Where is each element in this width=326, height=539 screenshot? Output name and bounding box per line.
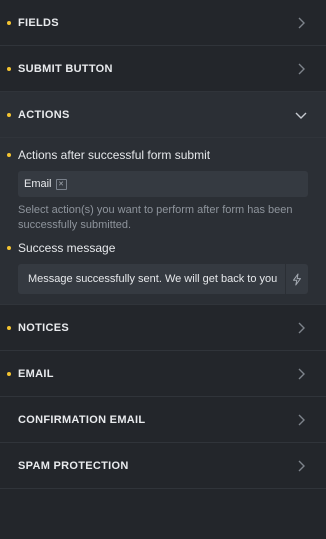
chevron-right-icon — [294, 367, 308, 381]
section-title: EMAIL — [18, 367, 54, 380]
action-tag-label: Email — [24, 178, 52, 190]
actions-section-content: Actions after successful form submit Ema… — [0, 138, 326, 305]
changed-indicator-dot — [7, 112, 11, 117]
actions-help-text: Select action(s) you want to perform aft… — [18, 204, 293, 231]
section-title: FIELDS — [18, 16, 59, 29]
section-title: NOTICES — [18, 321, 69, 334]
section-submit-button[interactable]: SUBMIT BUTTON — [0, 46, 326, 92]
actions-multiselect[interactable]: Email ✕ — [18, 171, 308, 197]
actions-field-label: Actions after successful form submit — [7, 148, 308, 162]
chevron-right-icon — [294, 413, 308, 427]
changed-indicator-dot — [7, 371, 11, 376]
lightning-icon[interactable] — [285, 264, 308, 294]
chevron-right-icon — [294, 321, 308, 335]
changed-indicator-dot — [7, 66, 11, 71]
chevron-right-icon — [294, 459, 308, 473]
section-title: CONFIRMATION EMAIL — [18, 413, 146, 426]
section-fields[interactable]: FIELDS — [0, 0, 326, 46]
section-title: ACTIONS — [18, 108, 70, 121]
section-actions[interactable]: ACTIONS — [0, 92, 326, 138]
changed-indicator-dot — [7, 246, 11, 250]
chevron-right-icon — [294, 16, 308, 30]
changed-indicator-dot — [7, 153, 11, 157]
changed-indicator-dot — [7, 20, 11, 25]
section-email[interactable]: EMAIL — [0, 351, 326, 397]
section-confirmation-email[interactable]: CONFIRMATION EMAIL — [0, 397, 326, 443]
changed-indicator-dot — [7, 325, 11, 330]
chevron-right-icon — [294, 62, 308, 76]
chevron-down-icon — [294, 108, 308, 122]
close-icon[interactable]: ✕ — [55, 178, 67, 190]
section-title: SUBMIT BUTTON — [18, 62, 113, 75]
form-settings-panel: FIELDS SUBMIT BUTTON ACTIONS Actions aft… — [0, 0, 326, 539]
section-spam-protection[interactable]: SPAM PROTECTION — [0, 443, 326, 489]
action-tag: Email ✕ — [24, 178, 67, 190]
section-notices[interactable]: NOTICES — [0, 305, 326, 351]
success-message-label: Success message — [7, 241, 308, 255]
success-message-input[interactable]: Message successfully sent. We will get b… — [18, 273, 285, 285]
success-message-input-wrapper: Message successfully sent. We will get b… — [18, 264, 308, 294]
section-title: SPAM PROTECTION — [18, 459, 129, 472]
